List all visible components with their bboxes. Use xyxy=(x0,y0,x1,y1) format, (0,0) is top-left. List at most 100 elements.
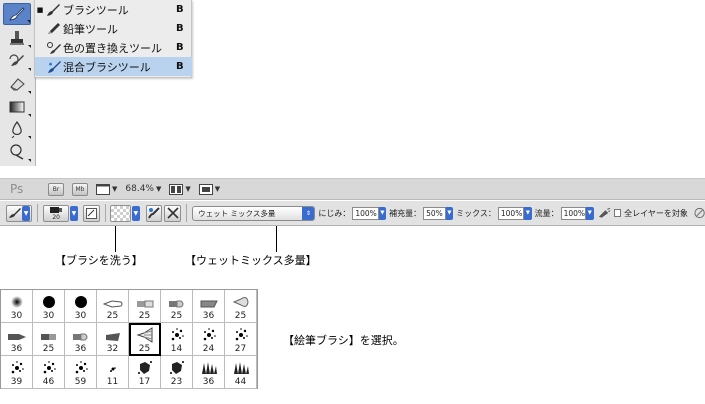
brush-icon xyxy=(9,7,25,21)
brush-preset-round-bristle[interactable]: 25 xyxy=(97,290,129,323)
brush-preset-round-blunt[interactable]: 36 xyxy=(65,323,97,356)
load-brush-button[interactable] xyxy=(145,204,163,222)
brush-preset-flat-blunt[interactable]: 25 xyxy=(33,323,65,356)
color-replacement-icon xyxy=(45,40,63,56)
dodge-tool-button[interactable] xyxy=(3,141,31,163)
flyout-item-mixer-brush-tool[interactable]: 混合ブラシツール B xyxy=(35,57,192,76)
brush-preset-splatter-dense[interactable]: 17 xyxy=(129,356,161,389)
brush-preset-picker[interactable]: 20 xyxy=(43,204,70,222)
brush-preset-splatter[interactable]: 46 xyxy=(33,356,65,389)
gradient-tool-button[interactable] xyxy=(3,96,31,118)
blur-tool-button[interactable] xyxy=(3,118,31,140)
brush-preset-flat-curve[interactable]: 36 xyxy=(193,290,225,323)
brush-icon xyxy=(45,2,63,18)
brush-tool-button[interactable] xyxy=(3,3,31,25)
brush-tool-flyout: ■ ブラシツール B 鉛筆ツール B 色の置き換えツール B 混合ブラシツール … xyxy=(34,0,192,78)
flyout-item-label: 鉛筆ツール xyxy=(63,22,118,36)
brush-preset-flat-angle[interactable]: 32 xyxy=(97,323,129,356)
brush-preset-splatter-dense[interactable]: 23 xyxy=(161,356,193,389)
sample-all-layers-checkbox[interactable] xyxy=(613,209,622,217)
brush-tip-hard-round-icon xyxy=(74,294,88,313)
brush-tip-fan-icon xyxy=(232,294,249,313)
brush-tip-splatter-dense-icon xyxy=(169,360,185,380)
zoom-level-dropdown[interactable]: 68.4% ▼ xyxy=(125,184,161,194)
brush-preset-soft-round[interactable]: 30 xyxy=(1,290,33,323)
view-extras-dropdown[interactable]: ▼ xyxy=(96,183,118,195)
chevron-down-icon[interactable]: ▼ xyxy=(524,206,532,220)
history-brush-tool-button[interactable] xyxy=(3,50,31,72)
tool-preset-picker[interactable]: ▼ xyxy=(6,204,33,222)
screen-mode-dropdown[interactable]: ▼ xyxy=(198,183,220,195)
brush-tip-splatter-icon xyxy=(169,327,185,347)
wet-mix-callout: 【ウェットミックス多量】 xyxy=(185,254,317,267)
brush-tip-splatter-icon xyxy=(9,360,25,380)
chevron-down-icon: ▼ xyxy=(155,185,162,193)
brush-preset-splatter[interactable]: 27 xyxy=(225,323,257,356)
brush-preset-flat-bristle[interactable]: 25 xyxy=(129,290,161,323)
brush-preset-round-blunt[interactable]: 25 xyxy=(161,290,193,323)
clean-brush-icon xyxy=(167,207,179,219)
blending-combination-select[interactable]: ウェット ミックス多量 ⇕ xyxy=(192,205,316,221)
brush-tip-icon xyxy=(50,206,63,213)
flyout-item-brush-tool[interactable]: ■ ブラシツール B xyxy=(35,0,192,19)
brush-preset-hard-round[interactable]: 30 xyxy=(65,290,97,323)
brush-preset-grass[interactable]: 36 xyxy=(193,356,225,389)
wet-mix-callout-line xyxy=(276,226,277,252)
flow-input[interactable]: 100% xyxy=(560,206,587,220)
clean-brush-callout: 【ブラシを洗う】 xyxy=(55,254,143,267)
brush-tip-round-point-icon xyxy=(7,327,27,346)
brush-preset-splatter[interactable]: 39 xyxy=(1,356,33,389)
brush-preset-splatter[interactable]: 59 xyxy=(65,356,97,389)
wet-input[interactable]: 100% xyxy=(352,206,379,220)
eraser-tool-button[interactable] xyxy=(3,73,31,95)
brush-preset-grass[interactable]: 44 xyxy=(225,356,257,389)
chevron-down-icon: ▼ xyxy=(112,185,118,193)
flyout-item-color-replacement-tool[interactable]: 色の置き換えツール B xyxy=(35,38,192,57)
brush-panel-toggle-button[interactable] xyxy=(82,204,100,222)
brush-tip-splatter-icon xyxy=(73,360,89,380)
blur-drop-icon xyxy=(11,120,22,138)
brush-tip-soft-round-icon xyxy=(10,294,24,313)
current-brush-load-swatch[interactable] xyxy=(110,204,132,222)
divider xyxy=(186,204,188,222)
launch-bridge-button[interactable]: Br xyxy=(48,182,64,196)
screen-mode-icon xyxy=(198,183,213,195)
chevron-down-icon[interactable]: ▼ xyxy=(378,206,387,220)
brush-tip-flat-bristle-icon xyxy=(136,294,154,313)
pressure-size-icon[interactable] xyxy=(694,207,705,219)
brush-panel-icon xyxy=(85,207,97,219)
blending-combination-value: ウェット ミックス多量 xyxy=(198,208,276,218)
photoshop-logo: Ps xyxy=(10,182,24,196)
brush-tip-grass-icon xyxy=(232,360,250,380)
brush-preset-fan[interactable]: 25 xyxy=(225,290,257,323)
chevron-down-icon: ▼ xyxy=(22,205,31,221)
arrange-documents-dropdown[interactable]: ▼ xyxy=(169,183,191,195)
chevron-down-icon: ▼ xyxy=(70,205,78,221)
flyout-item-pencil-tool[interactable]: 鉛筆ツール B xyxy=(35,19,192,38)
load-input[interactable]: 50% xyxy=(423,206,446,220)
active-bullet: ■ xyxy=(36,5,44,14)
chevron-down-icon: ▼ xyxy=(132,205,140,221)
zoom-level-value: 68.4% xyxy=(125,184,154,194)
launch-mini-bridge-button[interactable]: Mb xyxy=(72,182,88,196)
chevron-down-icon[interactable]: ▼ xyxy=(445,206,454,220)
mixer-brush-icon xyxy=(45,59,63,75)
history-brush-icon xyxy=(9,54,24,66)
brush-preset-hard-round[interactable]: 30 xyxy=(33,290,65,323)
chevron-up-down-icon: ⇕ xyxy=(302,206,315,220)
brush-preset-splatter[interactable]: 14 xyxy=(161,323,193,356)
clean-brush-button[interactable] xyxy=(164,204,182,222)
eraser-icon xyxy=(10,78,25,91)
chevron-down-icon[interactable]: ▼ xyxy=(586,206,594,220)
brush-preset-splatter-small[interactable]: 11 xyxy=(97,356,129,389)
brush-preset-fan-stiff[interactable]: 25 xyxy=(129,323,161,356)
brush-tip-round-blunt-icon xyxy=(72,327,90,346)
brush-tip-flat-blunt-icon xyxy=(40,327,58,346)
options-bar: ▼ 20 ▼ ▼ ウェット ミックス多量 ⇕ にじみ： 100% ▼ 補充量： … xyxy=(0,201,705,226)
mix-input[interactable]: 100% xyxy=(497,206,525,220)
divider xyxy=(104,204,106,222)
airbrush-icon[interactable] xyxy=(598,207,611,219)
clone-stamp-tool-button[interactable] xyxy=(3,27,31,49)
brush-preset-round-point[interactable]: 36 xyxy=(1,323,33,356)
brush-preset-splatter[interactable]: 24 xyxy=(193,323,225,356)
